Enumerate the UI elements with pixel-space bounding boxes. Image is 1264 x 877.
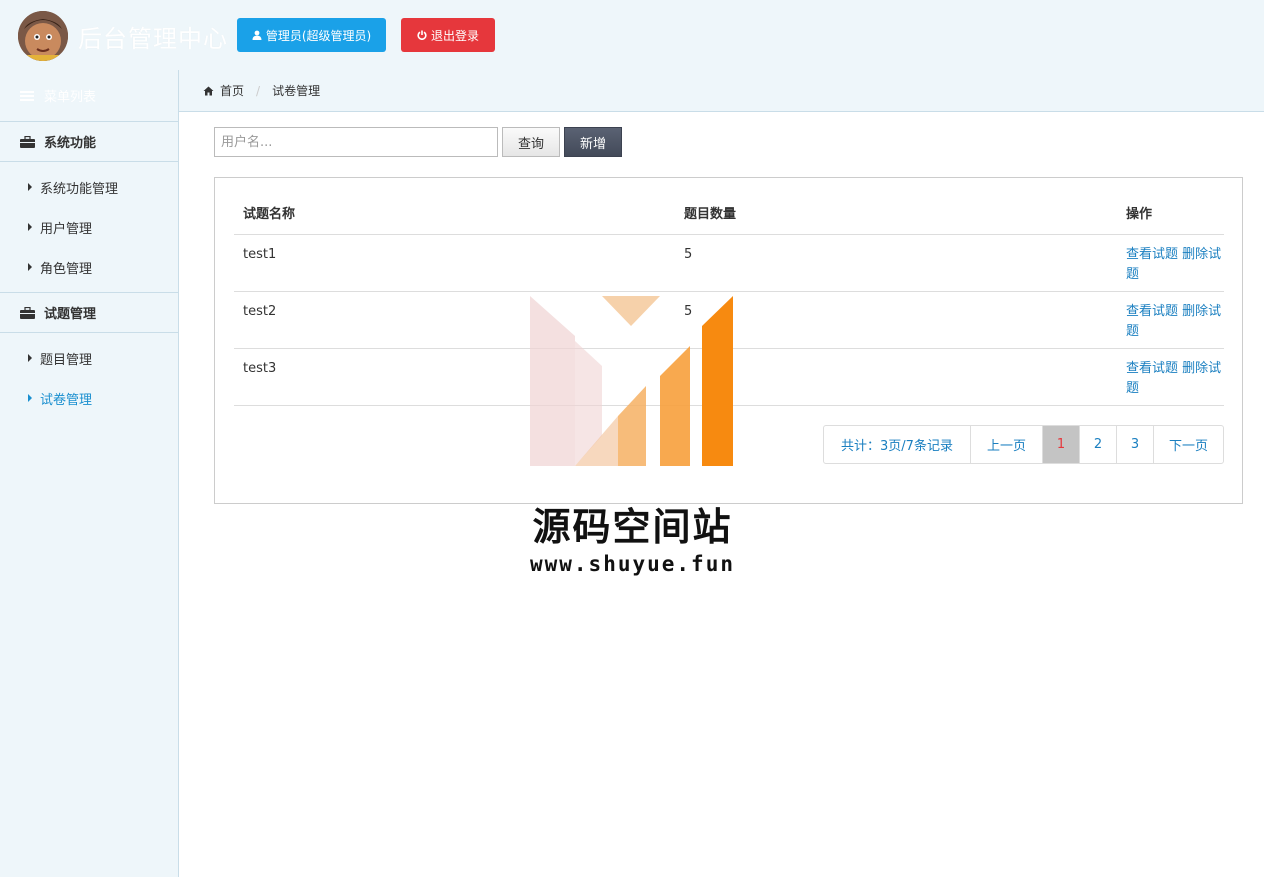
breadcrumb-separator: / bbox=[256, 83, 261, 98]
pagination-next[interactable]: 下一页 bbox=[1154, 426, 1223, 463]
view-questions-link[interactable]: 查看试题 bbox=[1126, 247, 1178, 262]
caret-right-icon bbox=[28, 394, 32, 402]
watermark-url: www.shuyue.fun bbox=[529, 552, 735, 576]
column-header-actions: 操作 bbox=[1126, 207, 1153, 222]
logout-button[interactable]: 退出登录 bbox=[401, 18, 495, 52]
user-icon bbox=[252, 30, 262, 40]
watermark-logo bbox=[530, 296, 733, 466]
pagination: 共计：3页/7条记录 上一页 1 2 3 下一页 bbox=[823, 425, 1224, 464]
sidebar-item-label: 系统功能管理 bbox=[40, 181, 119, 197]
site-title: 后台管理中心 bbox=[78, 25, 228, 53]
caret-right-icon bbox=[28, 223, 32, 231]
cell-name: test1 bbox=[243, 247, 277, 262]
power-icon bbox=[417, 30, 427, 40]
logout-button-label: 退出登录 bbox=[430, 28, 479, 43]
breadcrumb-current: 试卷管理 bbox=[272, 84, 321, 98]
caret-right-icon bbox=[28, 183, 32, 191]
caret-right-icon bbox=[28, 263, 32, 271]
sidebar-group-exam[interactable]: 试题管理 bbox=[0, 292, 178, 333]
cell-actions: 查看试题 删除试题 bbox=[1126, 359, 1222, 399]
cell-actions: 查看试题 删除试题 bbox=[1126, 245, 1222, 285]
table-header: 试题名称 题目数量 操作 bbox=[234, 197, 1224, 235]
breadcrumb: 首页 / 试卷管理 bbox=[179, 70, 1264, 112]
top-header: 后台管理中心 管理员(超级管理员) 退出登录 bbox=[0, 0, 1264, 70]
menu-title-label: 菜单列表 bbox=[44, 90, 97, 105]
pagination-total: 共计：3页/7条记录 bbox=[824, 426, 971, 463]
column-header-count: 题目数量 bbox=[684, 207, 737, 222]
pagination-page[interactable]: 1 bbox=[1043, 426, 1080, 463]
sidebar: 菜单列表 系统功能 系统功能管理 用户管理 角色管理 试题管理 题目管理 试卷管… bbox=[0, 70, 179, 877]
sidebar-item-label: 试卷管理 bbox=[40, 392, 93, 408]
cell-name: test3 bbox=[243, 361, 277, 376]
admin-button-label: 管理员(超级管理员) bbox=[265, 28, 372, 43]
sidebar-item-papers[interactable]: 试卷管理 bbox=[28, 388, 92, 408]
caret-right-icon bbox=[28, 354, 32, 362]
admin-button[interactable]: 管理员(超级管理员) bbox=[237, 18, 386, 52]
briefcase-icon bbox=[20, 135, 35, 148]
sidebar-group-label: 试题管理 bbox=[44, 307, 97, 322]
menu-title: 菜单列表 bbox=[20, 86, 96, 105]
query-button[interactable]: 查询 bbox=[502, 127, 560, 157]
view-questions-link[interactable]: 查看试题 bbox=[1126, 304, 1178, 319]
search-input[interactable] bbox=[214, 127, 498, 157]
sidebar-item-label: 角色管理 bbox=[40, 261, 93, 277]
sidebar-item-label: 题目管理 bbox=[40, 352, 93, 368]
table-row: test1 5 查看试题 删除试题 bbox=[234, 235, 1224, 292]
sidebar-item-roles[interactable]: 角色管理 bbox=[28, 257, 92, 277]
sidebar-item-questions[interactable]: 题目管理 bbox=[28, 348, 92, 368]
sidebar-group-label: 系统功能 bbox=[44, 136, 97, 151]
watermark-name: 源码空间站 bbox=[532, 505, 733, 549]
sidebar-item-system-function[interactable]: 系统功能管理 bbox=[28, 177, 118, 197]
sidebar-item-label: 用户管理 bbox=[40, 221, 93, 237]
pagination-page[interactable]: 3 bbox=[1117, 426, 1154, 463]
list-icon bbox=[20, 90, 34, 101]
pagination-page[interactable]: 2 bbox=[1080, 426, 1117, 463]
sidebar-group-system[interactable]: 系统功能 bbox=[0, 121, 178, 162]
add-button[interactable]: 新增 bbox=[564, 127, 622, 157]
briefcase-icon bbox=[20, 306, 35, 319]
pagination-prev[interactable]: 上一页 bbox=[971, 426, 1043, 463]
sidebar-item-users[interactable]: 用户管理 bbox=[28, 217, 92, 237]
avatar bbox=[18, 11, 68, 61]
breadcrumb-home[interactable]: 首页 bbox=[220, 82, 244, 99]
cell-name: test2 bbox=[243, 304, 277, 319]
cell-actions: 查看试题 删除试题 bbox=[1126, 302, 1222, 342]
column-header-name: 试题名称 bbox=[243, 207, 296, 222]
view-questions-link[interactable]: 查看试题 bbox=[1126, 361, 1178, 376]
home-icon bbox=[203, 86, 214, 95]
cell-count: 5 bbox=[684, 247, 693, 262]
